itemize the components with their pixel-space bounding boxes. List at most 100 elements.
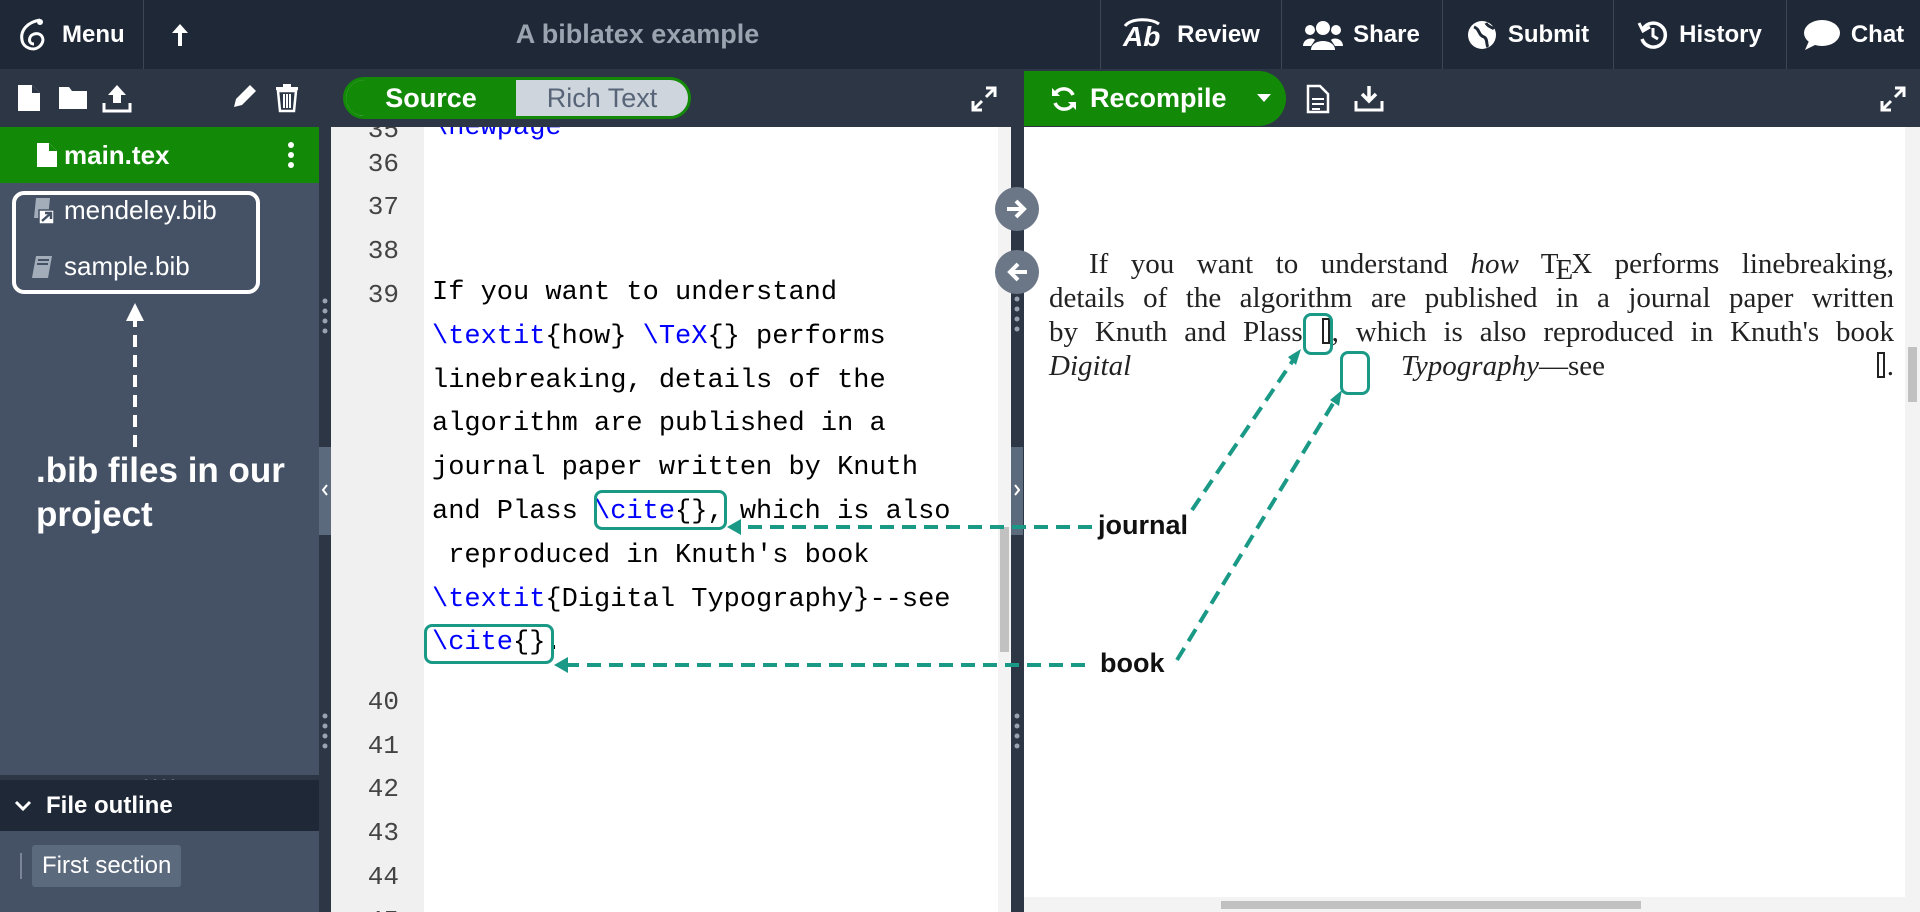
logs-document-icon[interactable]	[1306, 84, 1330, 114]
new-file-icon[interactable]	[16, 83, 42, 113]
scrollbar-thumb[interactable]	[1908, 347, 1917, 402]
delete-trash-icon[interactable]	[274, 83, 300, 113]
globe-icon	[1467, 20, 1496, 49]
cite-highlight-journal-source	[594, 490, 727, 530]
code-text: reproduced in Knuth's book	[432, 540, 870, 571]
review-button[interactable]: Ab Review	[1100, 0, 1280, 69]
refresh-icon	[1052, 86, 1076, 111]
expand-icon[interactable]	[1880, 86, 1906, 112]
book-annotation-label: book	[1100, 648, 1165, 678]
recompile-button[interactable]: Recompile	[1024, 71, 1286, 126]
line-number: 35	[367, 127, 399, 145]
line-number: 38	[367, 236, 399, 266]
scrollbar-thumb[interactable]	[1000, 527, 1009, 652]
menu-button[interactable]: Menu	[0, 0, 144, 69]
code-text: If you want to understand	[432, 278, 838, 308]
editor-pdf-splitter[interactable]	[1011, 127, 1023, 912]
sync-to-pdf-button[interactable]	[995, 187, 1039, 231]
pdf-text-line: If you want to understand how TEX perfor…	[1049, 247, 1894, 286]
chevron-left-icon	[321, 484, 328, 496]
undefined-citation-box	[1876, 352, 1885, 378]
rich-text-mode-button[interactable]: Rich Text	[516, 80, 688, 116]
pdf-paragraph: If you want to understand how TEX perfor…	[1049, 247, 1894, 383]
splitter-grip	[1014, 295, 1020, 335]
caret-down-icon[interactable]	[1256, 93, 1272, 103]
line-number: 36	[367, 149, 399, 179]
expand-icon[interactable]	[971, 86, 997, 112]
code-line: algorithm are published in a	[432, 409, 886, 439]
share-button[interactable]: Share	[1281, 0, 1441, 69]
pdf-italic-text: how	[1470, 248, 1519, 280]
line-number: 43	[367, 818, 399, 848]
arrow-left-icon	[1007, 262, 1027, 282]
pdf-text: , which is also reproduced in Knuth's bo…	[1331, 316, 1894, 348]
svg-text:Ab: Ab	[1122, 21, 1160, 52]
tex-logo-e: E	[1555, 254, 1574, 286]
chat-label: Chat	[1850, 20, 1905, 48]
submit-label: Submit	[1507, 20, 1590, 48]
project-title: A biblatex example	[515, 19, 760, 49]
latex-command: \TeX	[642, 321, 708, 352]
line-number: 41	[367, 731, 399, 761]
rename-pencil-icon[interactable]	[230, 83, 258, 111]
annotation-arrow-up	[126, 303, 144, 447]
splitter-grip	[322, 297, 328, 337]
code-line: reproduced in Knuth's book	[432, 541, 869, 571]
code-text: linebreaking, details of the	[432, 365, 886, 396]
line-number: 44	[367, 862, 399, 892]
pdf-text-line: details of the algorithm are published i…	[1049, 281, 1894, 315]
splitter-grip	[322, 712, 328, 752]
code-line-partial: \newpage	[432, 127, 562, 143]
code-text: algorithm are published in a	[432, 409, 886, 440]
history-button[interactable]: History	[1613, 0, 1785, 69]
source-mode-button[interactable]: Source	[346, 80, 516, 116]
scrollbar-thumb[interactable]	[1221, 901, 1641, 909]
pdf-text: details of the algorithm are published i…	[1049, 282, 1894, 314]
file-tree-item-main-tex[interactable]: main.tex	[0, 127, 319, 183]
users-icon	[1303, 20, 1344, 50]
download-pdf-icon[interactable]	[1354, 84, 1384, 112]
collapse-sidebar-tab[interactable]	[319, 447, 331, 535]
file-icon	[37, 143, 57, 167]
pdf-text: by Knuth and Plass	[1049, 316, 1320, 348]
pdf-text: X performs linebreaking,	[1571, 248, 1894, 280]
line-number: 37	[367, 192, 399, 222]
back-to-projects-button[interactable]	[145, 0, 215, 69]
chat-button[interactable]: Chat	[1786, 0, 1920, 69]
chevron-down-icon	[14, 800, 32, 811]
collapse-pdf-tab[interactable]	[1011, 447, 1023, 535]
upload-icon[interactable]	[102, 83, 132, 113]
bib-files-highlight-box	[12, 191, 260, 294]
pdf-italic-text: Digital Typography	[1049, 350, 1539, 382]
file-outline-header[interactable]: File outline	[0, 780, 319, 831]
code-text: {Digital Typography}--see	[545, 584, 951, 615]
file-tree-toolbar	[0, 69, 319, 127]
pdf-horizontal-scrollbar[interactable]	[1024, 897, 1920, 912]
line-number: 45	[331, 906, 399, 912]
top-bar: Menu A biblatex example Ab Review Share …	[0, 0, 1920, 69]
pdf-vertical-scrollbar[interactable]	[1905, 127, 1920, 897]
cite-highlight-book-pdf	[1340, 351, 1370, 395]
arrow-up-icon	[172, 23, 188, 46]
kebab-menu-icon[interactable]	[287, 141, 295, 169]
sync-to-code-button[interactable]	[995, 250, 1039, 294]
splitter-grip	[1014, 712, 1020, 752]
pdf-text: If you want to understand	[1089, 248, 1471, 280]
history-label: History	[1679, 20, 1762, 48]
outline-guide-line	[20, 853, 22, 879]
recompile-label: Recompile	[1090, 83, 1227, 113]
code-line: journal paper written by Knuth	[432, 453, 918, 483]
editor-scrollbar[interactable]	[998, 127, 1011, 912]
code-line: \textit{how} \TeX{} performs	[432, 322, 886, 352]
history-icon	[1637, 20, 1668, 49]
code-line: linebreaking, details of the	[432, 366, 886, 396]
submit-button[interactable]: Submit	[1442, 0, 1612, 69]
journal-annotation-label: journal	[1098, 510, 1189, 540]
new-folder-icon[interactable]	[58, 83, 88, 111]
sidebar-splitter[interactable]	[319, 127, 331, 912]
code-text: {how}	[545, 321, 643, 352]
pdf-text: .	[1886, 350, 1894, 382]
line-number: 39	[367, 280, 399, 310]
editor-mode-toggle: Source Rich Text	[343, 77, 691, 119]
outline-item-first-section[interactable]: First section	[32, 845, 182, 887]
